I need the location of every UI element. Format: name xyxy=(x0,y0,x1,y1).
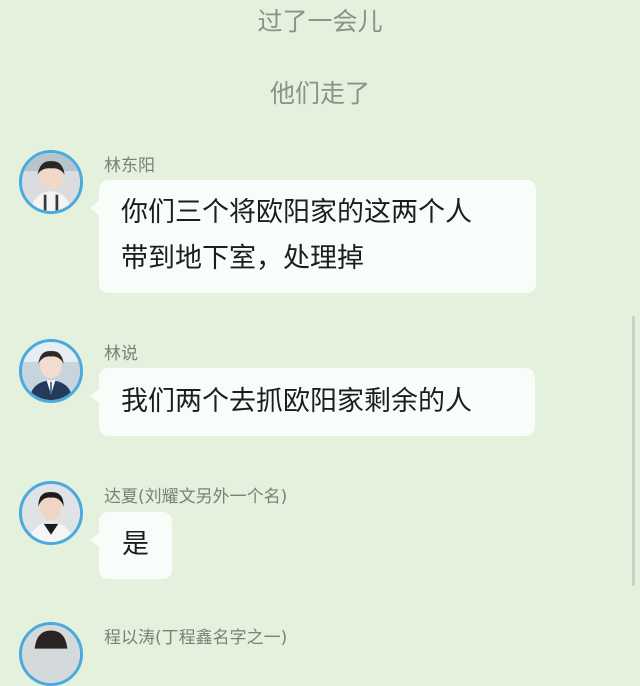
avatar[interactable] xyxy=(19,622,83,686)
message-bubble[interactable]: 是 xyxy=(90,512,172,579)
message-bubble[interactable]: 我们两个去抓欧阳家剩余的人 xyxy=(90,368,535,436)
avatar-image xyxy=(22,625,80,683)
message-line: 你们三个将欧阳家的这两个人 xyxy=(121,197,472,228)
message-line: 我们两个去抓欧阳家剩余的人 xyxy=(121,386,472,417)
sender-name: 林东阳 xyxy=(104,156,155,176)
avatar[interactable] xyxy=(19,481,83,545)
message-bubble[interactable]: 你们三个将欧阳家的这两个人 带到地下室，处理掉 xyxy=(90,180,536,293)
message-line: 带到地下室，处理掉 xyxy=(121,243,364,274)
avatar-image xyxy=(22,342,80,400)
sender-name: 达夏(刘耀文另外一个名) xyxy=(104,487,288,507)
scrollbar[interactable] xyxy=(632,316,635,586)
narration-1: 过了一会儿 xyxy=(257,7,383,36)
avatar-image xyxy=(22,153,80,211)
narration-2: 他们走了 xyxy=(269,79,370,108)
sender-name: 林说 xyxy=(104,344,138,364)
avatar[interactable] xyxy=(19,339,83,403)
sender-name: 程以涛(丁程鑫名字之一) xyxy=(104,628,288,648)
avatar-image xyxy=(22,484,80,542)
avatar[interactable] xyxy=(19,150,83,214)
message-line: 是 xyxy=(122,529,149,560)
